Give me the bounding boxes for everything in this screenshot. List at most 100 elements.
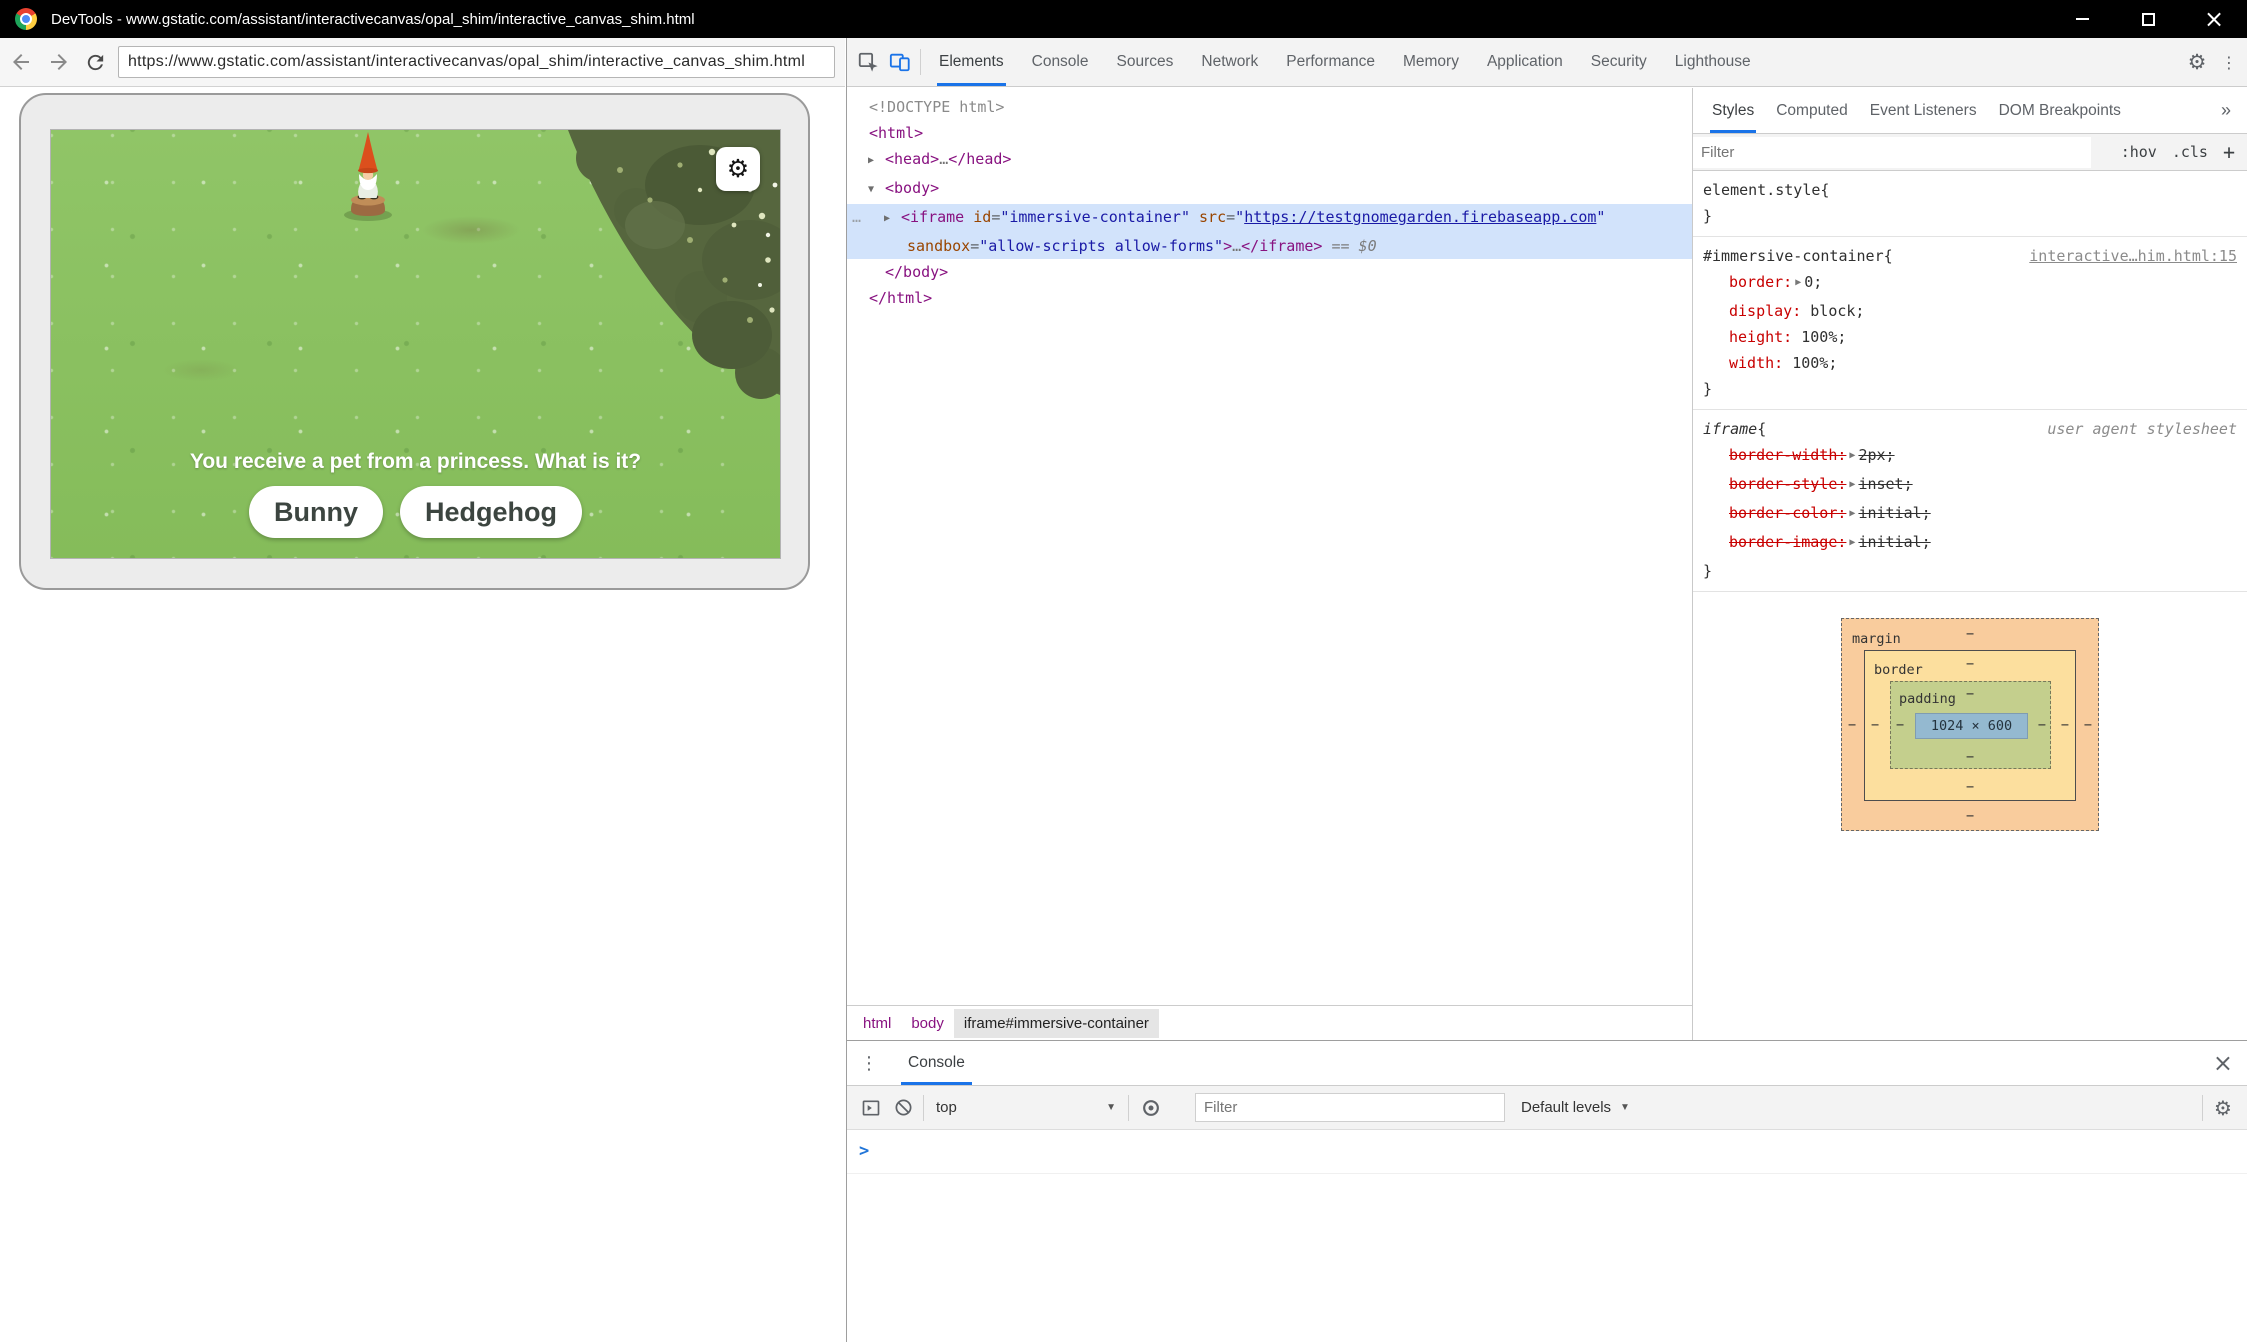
live-expression-button[interactable] [1135, 1092, 1167, 1124]
property-value[interactable]: initial; [1858, 533, 1930, 551]
minimize-button[interactable] [2049, 0, 2115, 38]
styles-tab-event-listeners[interactable]: Event Listeners [1870, 88, 1977, 133]
element-classes-button[interactable]: .cls [2172, 143, 2208, 161]
style-property[interactable]: border-color:▶initial; [1703, 500, 2237, 529]
style-property[interactable]: display: block; [1703, 298, 2237, 324]
property-value[interactable]: 0; [1804, 273, 1822, 291]
drawer-close-button[interactable]: × [2213, 1049, 2233, 1077]
devtools-tab-sources[interactable]: Sources [1117, 38, 1174, 86]
dom-tree-line[interactable]: </body> [847, 259, 1692, 285]
style-property[interactable]: width: 100%; [1703, 350, 2237, 376]
dom-tree-line[interactable]: </html> [847, 285, 1692, 311]
style-property[interactable]: height: 100%; [1703, 324, 2237, 350]
more-tabs-icon[interactable]: » [2213, 100, 2239, 121]
box-model-value[interactable]: − [1966, 780, 1974, 794]
inspect-element-button[interactable] [852, 46, 884, 78]
property-name[interactable]: border-image: [1729, 533, 1846, 551]
dom-tree-line[interactable]: …▶<iframe id="immersive-container" src="… [847, 204, 1692, 233]
style-selector[interactable]: #immersive-container [1703, 243, 1884, 269]
property-value[interactable]: 100%; [1801, 328, 1846, 346]
box-model-value[interactable]: − [1966, 809, 1974, 823]
toggle-element-state-button[interactable]: :hov [2121, 143, 2157, 161]
styles-filter-input[interactable] [1693, 137, 2091, 168]
property-name[interactable]: border-color: [1729, 504, 1846, 522]
close-button[interactable]: × [2181, 0, 2247, 38]
property-name[interactable]: display: [1729, 302, 1801, 320]
dom-tree-line[interactable]: <html> [847, 120, 1692, 146]
box-model-value[interactable]: − [1966, 687, 1974, 701]
url-bar[interactable] [118, 46, 835, 78]
choice-button-bunny[interactable]: Bunny [249, 486, 383, 538]
style-property[interactable]: border-width:▶2px; [1703, 442, 2237, 471]
style-property[interactable]: border-image:▶initial; [1703, 529, 2237, 558]
stylesheet-source-link[interactable]: interactive…him.html:15 [2021, 243, 2237, 269]
expand-arrow-icon[interactable]: ▶ [1849, 443, 1855, 469]
dom-tree-line[interactable]: ▼<body> [847, 175, 1692, 204]
box-model-value[interactable]: − [1848, 718, 1856, 732]
styles-tab-computed[interactable]: Computed [1776, 88, 1848, 133]
back-button[interactable] [6, 47, 36, 77]
devtools-tab-network[interactable]: Network [1201, 38, 1258, 86]
forward-button[interactable] [44, 47, 74, 77]
property-name[interactable]: border-style: [1729, 475, 1846, 493]
box-model-value[interactable]: − [2084, 718, 2092, 732]
console-settings-button[interactable]: ⚙ [2207, 1092, 2239, 1124]
box-model-value[interactable]: − [2061, 718, 2069, 732]
devtools-menu-button[interactable]: ⋮ [2213, 46, 2245, 78]
devtools-tab-console[interactable]: Console [1032, 38, 1089, 86]
devtools-tab-application[interactable]: Application [1487, 38, 1563, 86]
console-filter-input[interactable] [1195, 1093, 1505, 1122]
property-name[interactable]: width: [1729, 354, 1783, 372]
box-model-content[interactable]: 1024 × 600 [1915, 713, 2028, 739]
execution-context-selector[interactable]: top ▼ [928, 1099, 1124, 1116]
property-name[interactable]: border: [1729, 273, 1792, 291]
clear-console-button[interactable] [887, 1092, 919, 1124]
expand-arrow-icon[interactable]: ▶ [1795, 270, 1801, 296]
drawer-menu-button[interactable]: ⋮ [847, 1053, 891, 1074]
breadcrumb-item[interactable]: body [901, 1009, 954, 1038]
devtools-tab-lighthouse[interactable]: Lighthouse [1675, 38, 1751, 86]
styles-tab-styles[interactable]: Styles [1712, 88, 1754, 133]
style-selector[interactable]: iframe [1703, 416, 1757, 442]
reload-button[interactable] [80, 47, 110, 77]
property-value[interactable]: inset; [1858, 475, 1912, 493]
property-name[interactable]: height: [1729, 328, 1792, 346]
node-options-ellipsis[interactable]: … [852, 204, 861, 230]
box-model-value[interactable]: − [1966, 627, 1974, 641]
dom-tree-line[interactable]: sandbox="allow-scripts allow-forms">…</i… [847, 233, 1692, 259]
expand-arrow-icon[interactable]: ▶ [1849, 501, 1855, 527]
box-model-value[interactable]: − [1896, 718, 1904, 732]
property-value[interactable]: initial; [1858, 504, 1930, 522]
breadcrumb-item[interactable]: iframe#immersive-container [954, 1009, 1159, 1038]
devtools-settings-button[interactable]: ⚙ [2181, 46, 2213, 78]
dom-tree-line[interactable]: <!DOCTYPE html> [847, 94, 1692, 120]
choice-button-hedgehog[interactable]: Hedgehog [400, 486, 582, 538]
property-value[interactable]: 2px; [1858, 446, 1894, 464]
styles-tab-dom-breakpoints[interactable]: DOM Breakpoints [1999, 88, 2121, 133]
devtools-tab-elements[interactable]: Elements [939, 38, 1004, 86]
console-sidebar-toggle[interactable] [855, 1092, 887, 1124]
box-model-value[interactable]: − [1966, 750, 1974, 764]
expand-arrow-icon[interactable]: ▶ [1849, 530, 1855, 556]
breadcrumb-item[interactable]: html [853, 1009, 901, 1038]
maximize-button[interactable] [2115, 0, 2181, 38]
device-toolbar-toggle[interactable] [884, 46, 916, 78]
devtools-tab-performance[interactable]: Performance [1286, 38, 1375, 86]
style-property[interactable]: border:▶0; [1703, 269, 2237, 298]
box-model-value[interactable]: − [2038, 718, 2046, 732]
new-style-rule-button[interactable]: + [2223, 140, 2235, 164]
log-levels-selector[interactable]: Default levels ▼ [1521, 1099, 1630, 1116]
property-value[interactable]: 100%; [1792, 354, 1837, 372]
style-selector[interactable]: element.style [1703, 177, 1820, 203]
style-property[interactable]: border-style:▶inset; [1703, 471, 2237, 500]
box-model-value[interactable]: − [1871, 718, 1879, 732]
console-prompt-row[interactable]: > [847, 1130, 2247, 1174]
game-settings-button[interactable]: ⚙ [716, 147, 760, 191]
property-value[interactable]: block; [1810, 302, 1864, 320]
dom-tree-line[interactable]: ▶<head>…</head> [847, 146, 1692, 175]
devtools-tab-security[interactable]: Security [1591, 38, 1647, 86]
property-name[interactable]: border-width: [1729, 446, 1846, 464]
drawer-tab-console[interactable]: Console [903, 1041, 970, 1085]
box-model-value[interactable]: − [1966, 657, 1974, 671]
devtools-tab-memory[interactable]: Memory [1403, 38, 1459, 86]
